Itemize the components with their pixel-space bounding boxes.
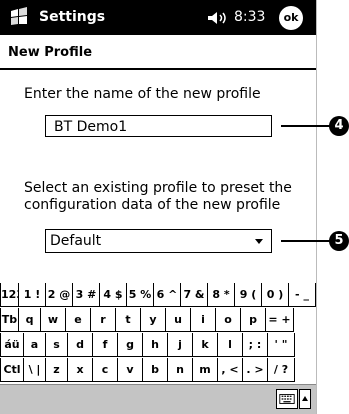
keyboard-key[interactable]: \ | — [24, 358, 46, 382]
keyboard-key[interactable]: 2 @ — [46, 283, 73, 307]
keyboard-key[interactable]: ' " — [268, 333, 295, 357]
keyboard-key[interactable]: k — [193, 333, 218, 357]
keyboard-key[interactable]: 4 $ — [100, 283, 127, 307]
keyboard-key[interactable]: g — [118, 333, 143, 357]
ok-button[interactable]: ok — [279, 6, 303, 30]
keyboard-key[interactable]: . > — [243, 358, 268, 382]
keyboard-key[interactable]: ; : — [243, 333, 268, 357]
keyboard-key[interactable]: u — [166, 308, 191, 332]
profile-name-input[interactable]: BT Demo1 — [45, 115, 272, 137]
preset-profile-prompt: Select an existing profile to preset the… — [24, 180, 292, 214]
app-title: Settings — [39, 9, 106, 25]
keyboard-key[interactable]: / ? — [268, 358, 295, 382]
keyboard-key[interactable]: a — [24, 333, 46, 357]
chevron-down-icon[interactable] — [255, 239, 263, 244]
callout-badge: 5 — [329, 231, 349, 251]
preset-prompt-line: Select an existing profile to preset the — [24, 180, 292, 196]
keyboard-key[interactable]: m — [193, 358, 218, 382]
menu-bar — [0, 384, 316, 414]
keyboard-key[interactable]: n — [168, 358, 193, 382]
keyboard-key[interactable]: h — [143, 333, 168, 357]
selected-profile-value: Default — [50, 233, 102, 249]
callout-line — [281, 240, 332, 242]
keyboard-key[interactable]: 0 ) — [262, 283, 289, 307]
keyboard-key[interactable]: v — [118, 358, 143, 382]
keyboard-key[interactable]: j — [168, 333, 193, 357]
clock[interactable]: 8:33 — [234, 9, 265, 25]
profile-name-prompt: Enter the name of the new profile — [24, 86, 261, 102]
speaker-volume-icon[interactable] — [207, 11, 229, 25]
keyboard-key[interactable]: 6 ^ — [154, 283, 181, 307]
callout-line — [281, 125, 332, 127]
keyboard-key[interactable]: c — [93, 358, 118, 382]
page-header: New Profile — [0, 35, 316, 70]
windows-start-icon[interactable] — [8, 7, 30, 28]
keyboard-key[interactable]: áü — [0, 333, 24, 357]
keyboard-key[interactable]: b — [143, 358, 168, 382]
keyboard-key[interactable]: 5 % — [127, 283, 154, 307]
keyboard-key[interactable]: Tb — [0, 308, 19, 332]
title-bar: Settings 8:33 ok — [0, 0, 316, 35]
keyboard-key[interactable]: l — [218, 333, 243, 357]
keyboard-row: Tb q w e r t y u i o p = + — [0, 308, 294, 333]
keyboard-key[interactable]: r — [91, 308, 116, 332]
keyboard-key[interactable]: 8 * — [208, 283, 235, 307]
preset-profile-select[interactable]: Default — [45, 229, 272, 253]
keyboard-key[interactable]: q — [19, 308, 41, 332]
keyboard-key[interactable]: i — [191, 308, 216, 332]
keyboard-key[interactable]: y — [141, 308, 166, 332]
keyboard-row: 1231 !2 @3 #4 $5 %6 ^7 &8 *9 (0 )- _ — [0, 283, 316, 308]
keyboard-key[interactable]: 1 ! — [19, 283, 46, 307]
pocket-pc-screen: Settings 8:33 ok New Profile Enter the n… — [0, 0, 317, 414]
keyboard-key[interactable]: z — [46, 358, 68, 382]
input-method-menu-arrow[interactable] — [299, 389, 311, 409]
keyboard-key[interactable]: d — [68, 333, 93, 357]
keyboard-key[interactable]: - _ — [289, 283, 316, 307]
keyboard-key[interactable]: , < — [218, 358, 243, 382]
keyboard-key[interactable]: e — [66, 308, 91, 332]
preset-prompt-line: configuration data of the new profile — [24, 197, 281, 213]
keyboard-key[interactable]: w — [41, 308, 66, 332]
keyboard-key[interactable]: t — [116, 308, 141, 332]
page-title: New Profile — [8, 45, 93, 60]
keyboard-icon[interactable] — [276, 389, 298, 409]
keyboard-key[interactable]: s — [46, 333, 68, 357]
keyboard-key[interactable]: 3 # — [73, 283, 100, 307]
keyboard-row: áü a s d f g h j k l; : ' " — [0, 333, 295, 358]
keyboard-key[interactable]: 123 — [0, 283, 19, 307]
keyboard-key[interactable]: = + — [266, 308, 294, 332]
keyboard-key[interactable]: x — [68, 358, 93, 382]
keyboard-row: Ctl \ | z x c v b n m, <. > / ? — [0, 358, 295, 383]
keyboard-key[interactable]: Ctl — [0, 358, 24, 382]
keyboard-key[interactable]: 9 ( — [235, 283, 262, 307]
keyboard-key[interactable]: p — [241, 308, 266, 332]
keyboard-key[interactable]: o — [216, 308, 241, 332]
callout-badge: 4 — [329, 116, 349, 136]
soft-keyboard: 1231 !2 @3 #4 $5 %6 ^7 &8 *9 (0 )- _Tbqw… — [0, 283, 316, 384]
keyboard-key[interactable]: 7 & — [181, 283, 208, 307]
keyboard-key[interactable]: f — [93, 333, 118, 357]
